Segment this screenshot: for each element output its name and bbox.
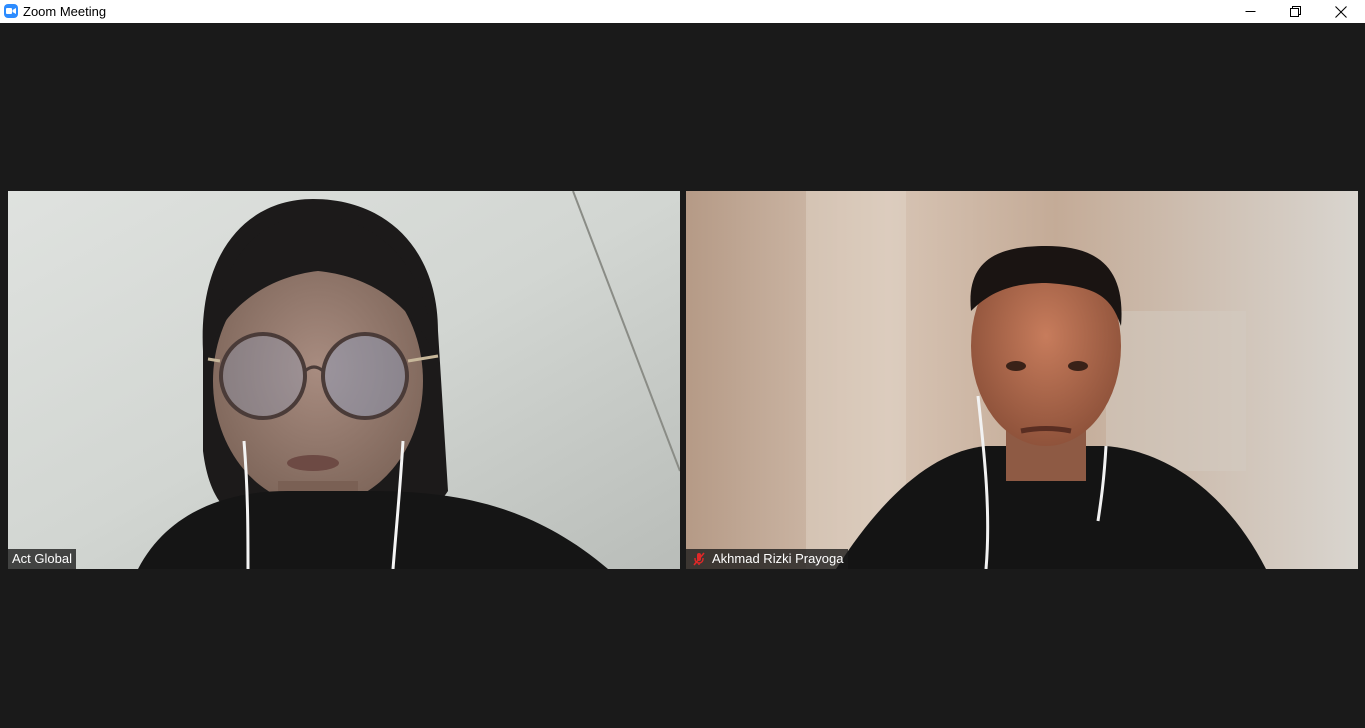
window-title: Zoom Meeting (23, 4, 107, 19)
restore-button[interactable] (1272, 0, 1318, 23)
participant-video-feed (8, 191, 680, 569)
close-button[interactable] (1318, 0, 1364, 23)
zoom-app-icon (4, 4, 18, 18)
minimize-button[interactable] (1227, 0, 1273, 23)
zoom-meeting-window: Zoom Meeting Act Global Akhmad Rizki Pra… (0, 0, 1365, 728)
participant-video-tile[interactable]: Akhmad Rizki Prayoga (686, 191, 1358, 569)
participant-name-label: Akhmad Rizki Prayoga (686, 549, 848, 569)
minimize-icon (1245, 11, 1255, 12)
participant-video-feed (686, 191, 1358, 569)
title-bar: Zoom Meeting (0, 0, 1365, 23)
video-gallery: Act Global Akhmad Rizki Prayoga (0, 23, 1365, 728)
muted-microphone-icon (693, 552, 705, 566)
participant-name: Act Global (12, 551, 72, 566)
restore-icon (1289, 6, 1301, 17)
participant-name: Akhmad Rizki Prayoga (712, 551, 844, 566)
participant-name-label: Act Global (8, 549, 76, 569)
participant-video-tile[interactable]: Act Global (8, 191, 680, 569)
close-icon (1335, 5, 1347, 18)
